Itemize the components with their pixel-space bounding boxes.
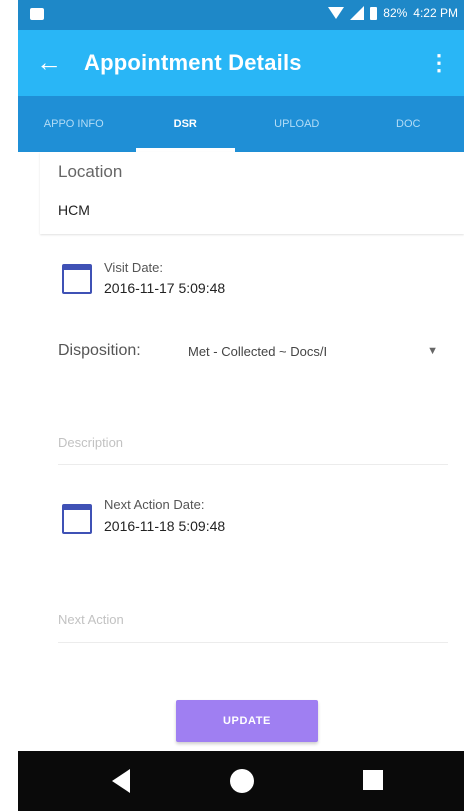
arrow-left-icon[interactable]: ←: [36, 48, 62, 76]
disposition-dropdown[interactable]: Met - Collected ~ Docs/I ▼: [188, 340, 438, 362]
calendar-icon[interactable]: [62, 264, 92, 294]
visit-date-value[interactable]: 2016-11-17 5:09:48: [104, 280, 225, 296]
description-input[interactable]: Description: [58, 435, 123, 450]
wifi-icon: [328, 7, 345, 19]
tab-bar: APPO INFO DSR UPLOAD DOC: [18, 96, 464, 152]
location-label: Location: [58, 162, 123, 181]
status-time: 4:22 PM: [413, 6, 458, 20]
update-button[interactable]: UPDATE: [176, 700, 318, 742]
tab-dsr[interactable]: DSR: [130, 96, 242, 152]
app-bar: ← Appointment Details ⋮: [18, 30, 464, 96]
description-underline: [58, 464, 448, 465]
nav-recents-icon[interactable]: [363, 770, 383, 790]
next-action-input[interactable]: Next Action: [58, 612, 124, 627]
device-bezel: [0, 0, 18, 811]
disposition-label: Disposition:: [58, 342, 141, 359]
location-value: HCM: [58, 202, 90, 218]
image-notification-icon: [30, 8, 44, 20]
battery-icon: [370, 6, 378, 20]
chevron-down-icon: ▼: [427, 345, 438, 357]
dsr-form: Location HCM Visit Date: 2016-11-17 5:09…: [18, 152, 464, 751]
nav-back-icon[interactable]: [112, 769, 130, 793]
disposition-value: Met - Collected ~ Docs/I: [188, 343, 328, 359]
tab-upload[interactable]: UPLOAD: [241, 96, 353, 152]
calendar-icon[interactable]: [62, 504, 92, 534]
battery-percent: 82%: [383, 6, 408, 20]
phone-screen: 82% 4:22 PM ← Appointment Details ⋮ APPO…: [18, 0, 464, 811]
status-bar: 82% 4:22 PM: [18, 0, 464, 30]
signal-icon: [350, 6, 365, 20]
more-vert-icon[interactable]: ⋮: [428, 50, 450, 76]
tab-doc[interactable]: DOC: [353, 96, 464, 152]
page-title: Appointment Details: [84, 50, 302, 75]
visit-date-label: Visit Date:: [104, 260, 164, 275]
next-action-underline: [58, 642, 448, 643]
next-action-date-label: Next Action Date:: [104, 497, 205, 512]
nav-home-icon[interactable]: [230, 769, 254, 793]
next-action-date-value[interactable]: 2016-11-18 5:09:48: [104, 518, 225, 534]
tab-appo-info[interactable]: APPO INFO: [18, 96, 130, 152]
status-indicators: 82% 4:22 PM: [328, 6, 458, 20]
system-nav-bar: [18, 751, 464, 811]
